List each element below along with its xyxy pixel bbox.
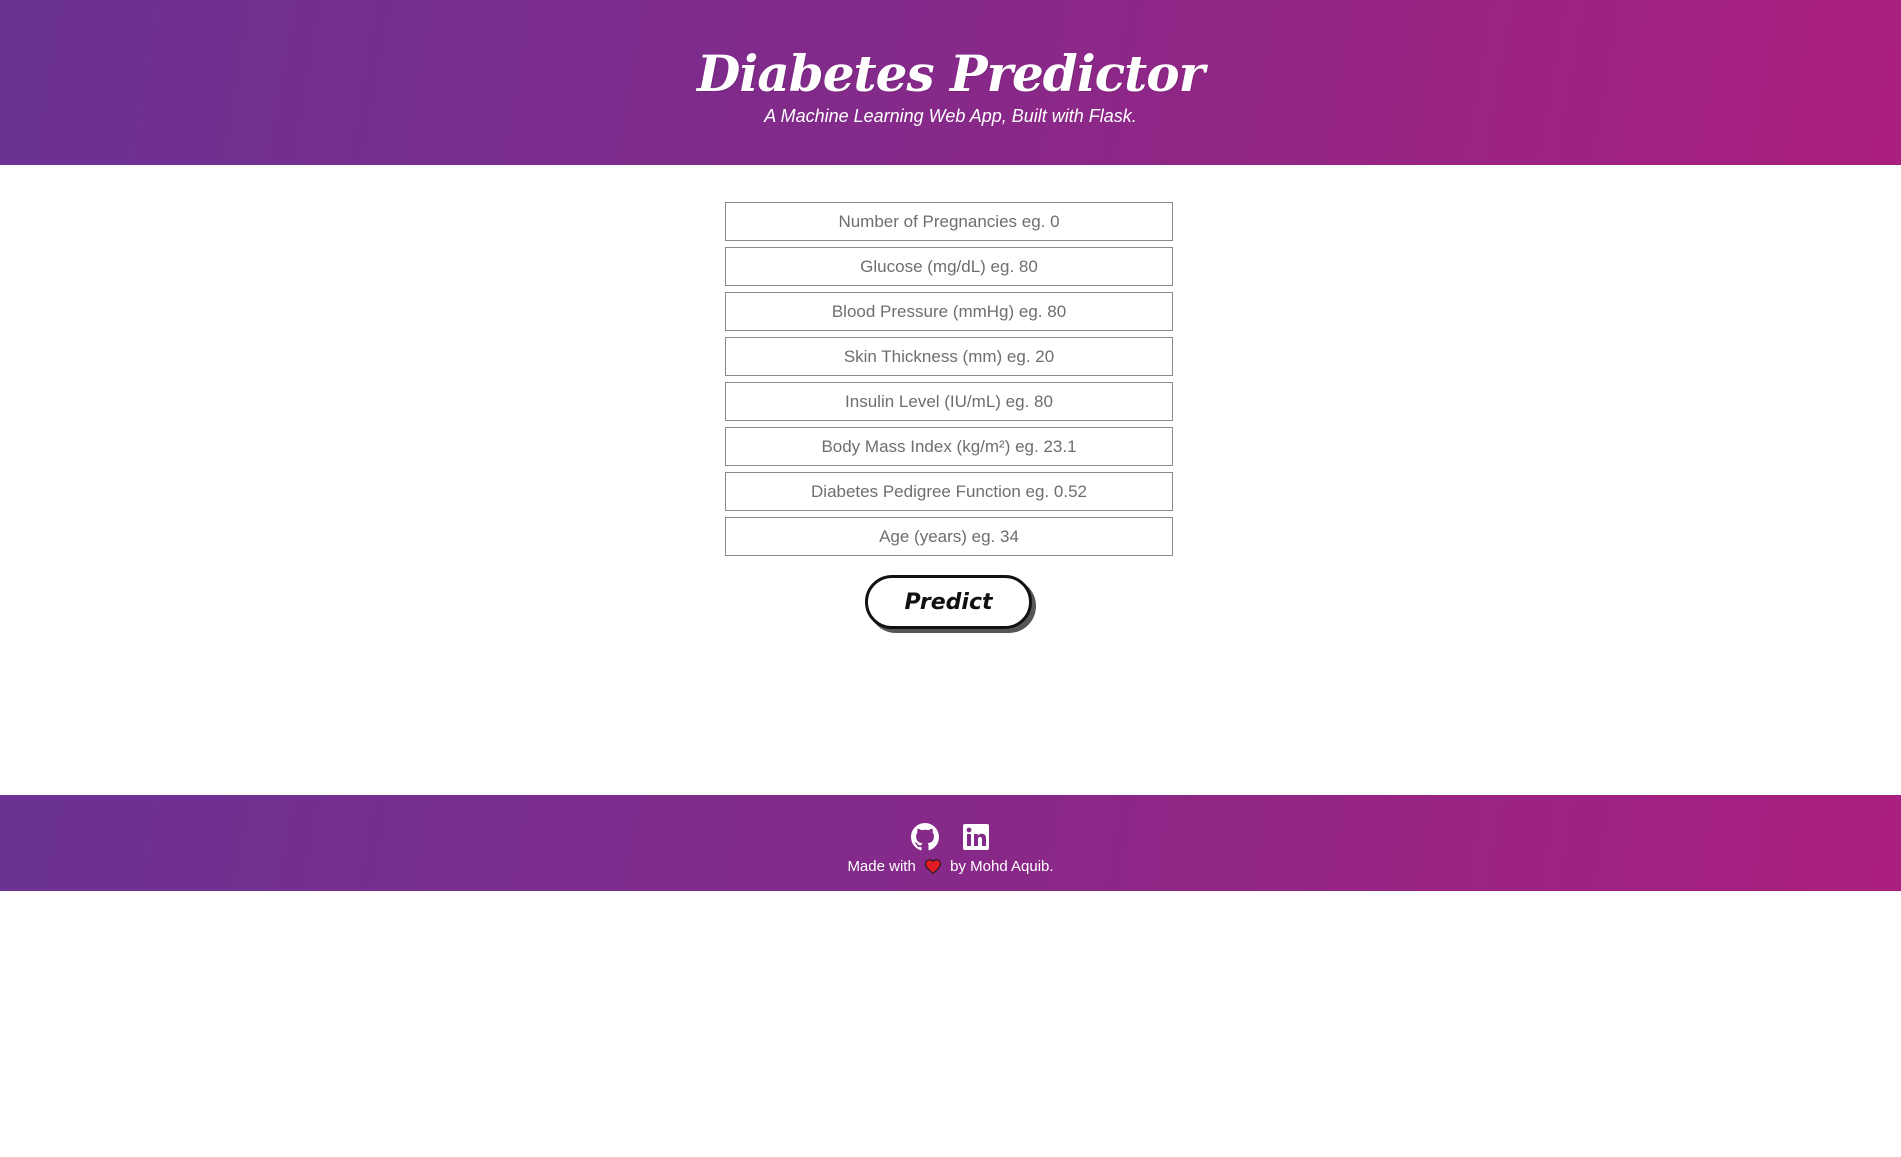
social-links	[0, 823, 1901, 851]
github-icon	[911, 823, 940, 851]
bmi-input[interactable]	[725, 427, 1173, 466]
heart-icon	[924, 859, 941, 874]
glucose-input[interactable]	[725, 247, 1173, 286]
credit-line: Made with by Mohd Aquib.	[0, 857, 1901, 877]
insulin-input[interactable]	[725, 382, 1173, 421]
author-text: by Mohd Aquib.	[950, 858, 1054, 875]
page-header: Diabetes Predictor A Machine Learning We…	[0, 0, 1901, 165]
prediction-form	[725, 202, 1173, 562]
linkedin-link[interactable]	[962, 823, 990, 851]
linkedin-icon	[962, 824, 989, 850]
age-input[interactable]	[725, 517, 1173, 556]
pedigree-function-input[interactable]	[725, 472, 1173, 511]
predict-button-container: Predict	[865, 575, 1032, 629]
blood-pressure-input[interactable]	[725, 292, 1173, 331]
pregnancies-input[interactable]	[725, 202, 1173, 241]
skin-thickness-input[interactable]	[725, 337, 1173, 376]
page-footer: Made with by Mohd Aquib.	[0, 795, 1901, 891]
made-with-text: Made with	[847, 858, 916, 875]
page-subtitle: A Machine Learning Web App, Built with F…	[764, 106, 1137, 126]
page-title: Diabetes Predictor	[697, 44, 1205, 103]
github-link[interactable]	[911, 823, 940, 851]
predict-button[interactable]: Predict	[865, 575, 1032, 629]
